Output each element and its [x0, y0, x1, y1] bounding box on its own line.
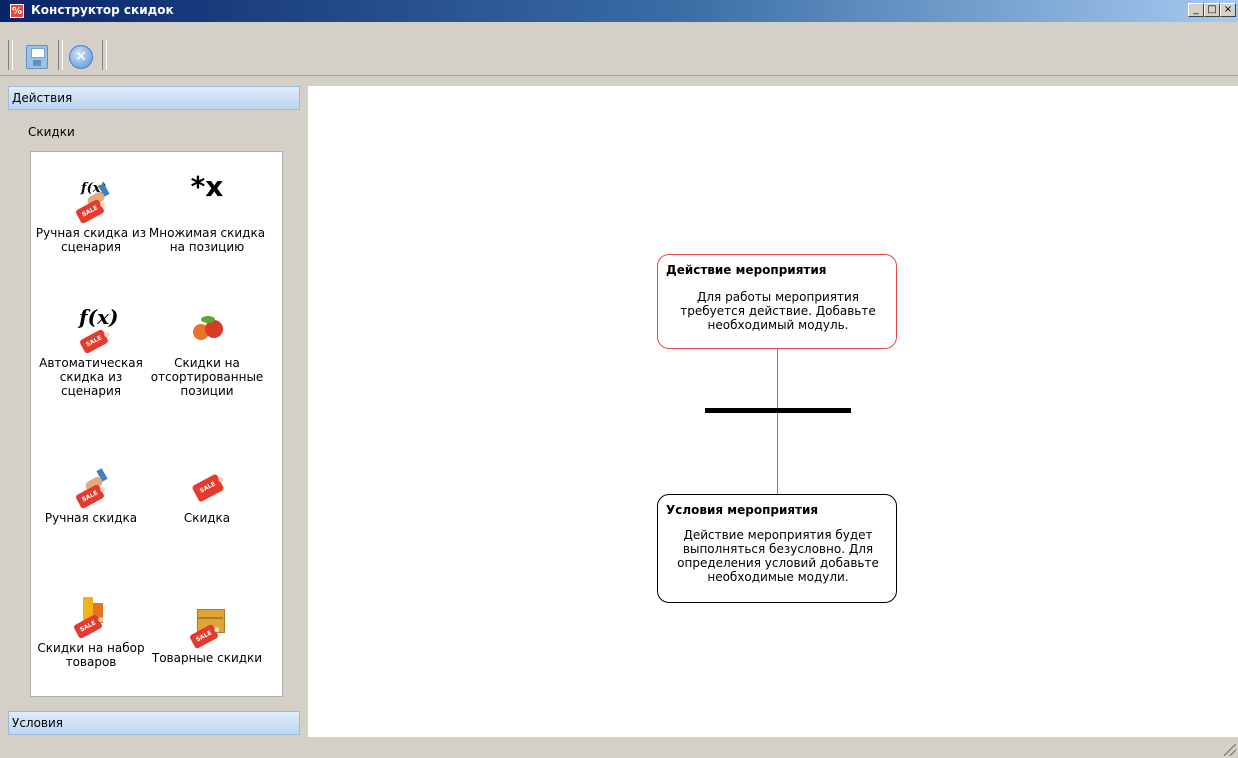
- conditions-node[interactable]: Условия мероприятия Действие мероприятия…: [657, 494, 897, 603]
- toolbar-separator: [102, 40, 107, 70]
- app-percent-icon: %: [10, 4, 24, 18]
- action-node-description: Для работы мероприятия требуется действи…: [680, 290, 876, 332]
- conditions-group-header[interactable]: Условия: [8, 711, 300, 735]
- junction-bar: [705, 408, 851, 413]
- tool-sorted-positions-discount[interactable]: Скидки на отсортированные позиции: [148, 312, 266, 398]
- tool-multiplied-position-discount[interactable]: *x Множимая скидка на позицию: [148, 170, 266, 255]
- resize-grip-icon[interactable]: [1224, 744, 1236, 756]
- tool-product-set-discount[interactable]: SALE Скидки на набор товаров: [32, 597, 150, 669]
- conditions-node-title: Условия мероприятия: [666, 503, 819, 517]
- conditions-node-description: Действие мероприятия будет выполняться б…: [677, 528, 879, 584]
- close-button[interactable]: ×: [1220, 3, 1236, 17]
- tool-label: Скидки на набор товаров: [37, 641, 145, 669]
- modules-panel: Действия Скидки f(x) SALE Ручная скидка …: [8, 86, 300, 737]
- sale-tag-icon: SALE: [187, 467, 227, 507]
- tool-label: Автоматическая скидка из сценария: [39, 356, 143, 398]
- tool-label: Товарные скидки: [151, 651, 263, 665]
- design-canvas[interactable]: Действие мероприятия Для работы мероприя…: [308, 86, 1238, 737]
- hand-sale-icon: SALE: [71, 467, 111, 510]
- actions-group-header[interactable]: Действия: [8, 86, 300, 110]
- action-node[interactable]: Действие мероприятия Для работы мероприя…: [657, 254, 897, 349]
- cancel-button[interactable]: ✕: [66, 42, 96, 72]
- fx-sale-tag-icon: f(x) SALE: [71, 307, 118, 355]
- maximize-button[interactable]: □: [1204, 3, 1220, 17]
- save-disk-icon: [26, 45, 48, 69]
- status-bar: [0, 737, 1238, 758]
- action-node-title: Действие мероприятия: [666, 263, 827, 277]
- tool-label: Ручная скидка: [44, 511, 138, 525]
- tool-manual-discount[interactable]: SALE Ручная скидка: [32, 467, 150, 525]
- tool-label: Множимая скидка на позицию: [148, 226, 266, 254]
- toolbar: ✕: [0, 22, 1238, 76]
- connector-line: [777, 349, 778, 494]
- tool-label: Скидки на отсортированные позиции: [150, 356, 264, 398]
- window-title: Конструктор скидок: [31, 3, 174, 17]
- tool-goods-discount[interactable]: SALE Товарные скидки: [148, 607, 266, 665]
- discounts-section-label: Скидки: [28, 125, 75, 139]
- fruit-icon: [187, 312, 227, 352]
- tool-manual-discount-from-script[interactable]: f(x) SALE Ручная скидка из сценария: [32, 182, 150, 255]
- fx-hand-sale-icon: f(x) SALE: [71, 182, 111, 225]
- cancel-circle-icon: ✕: [69, 45, 93, 69]
- tool-discount[interactable]: SALE Скидка: [148, 467, 266, 525]
- save-button[interactable]: [22, 42, 52, 72]
- minimize-button[interactable]: _: [1188, 3, 1204, 17]
- goods-box-icon: SALE: [187, 607, 227, 650]
- tool-automatic-discount-from-script[interactable]: f(x) SALE Автоматическая скидка из сцена…: [32, 307, 150, 398]
- tool-label: Скидка: [183, 511, 231, 525]
- product-set-icon: SALE: [71, 597, 111, 640]
- tool-label: Ручная скидка из сценария: [35, 226, 147, 254]
- toolbar-grip[interactable]: [8, 40, 13, 70]
- multiply-star-icon: *x: [190, 170, 224, 203]
- window-title-bar[interactable]: % Конструктор скидок _ □ ×: [0, 0, 1238, 22]
- toolbar-separator: [58, 40, 63, 70]
- discount-tools-list: f(x) SALE Ручная скидка из сценария *x М…: [30, 151, 283, 697]
